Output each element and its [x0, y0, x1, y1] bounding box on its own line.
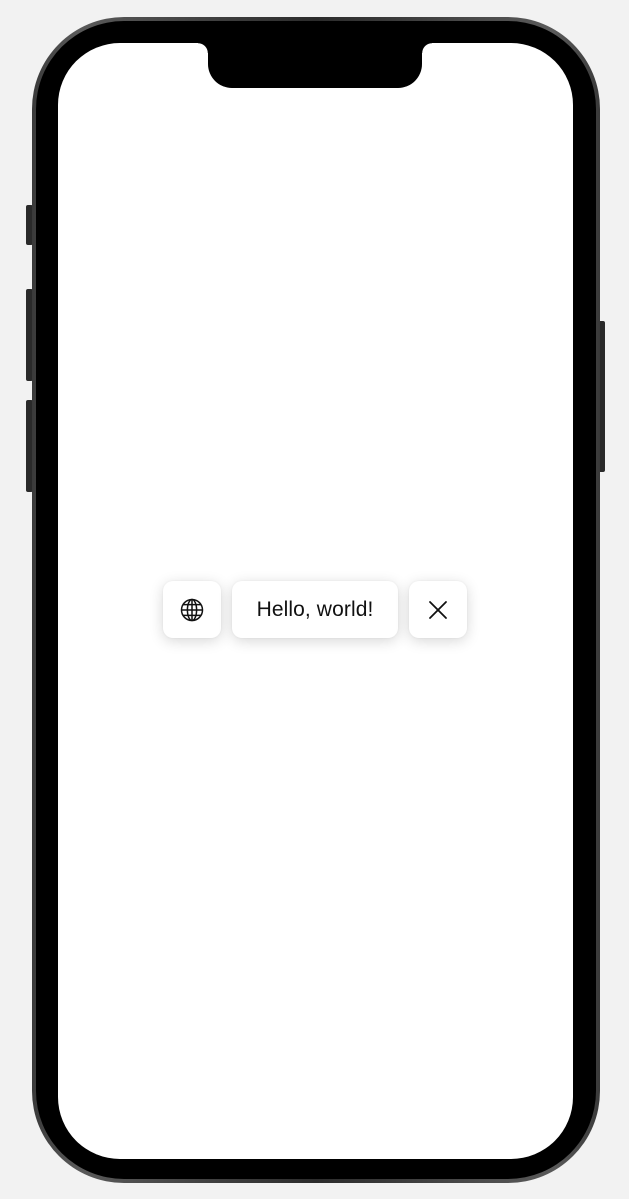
- globe-button[interactable]: [163, 581, 221, 638]
- device-screen: Hello, world!: [58, 43, 573, 1159]
- globe-icon: [180, 598, 204, 621]
- notch: [198, 43, 432, 88]
- message-text: Hello, world!: [256, 597, 374, 621]
- close-button[interactable]: [409, 581, 467, 638]
- close-icon: [429, 600, 447, 619]
- floating-toolbar: Hello, world!: [163, 581, 467, 638]
- message-chip[interactable]: Hello, world!: [232, 581, 398, 638]
- page: Hello, world!: [0, 0, 629, 1199]
